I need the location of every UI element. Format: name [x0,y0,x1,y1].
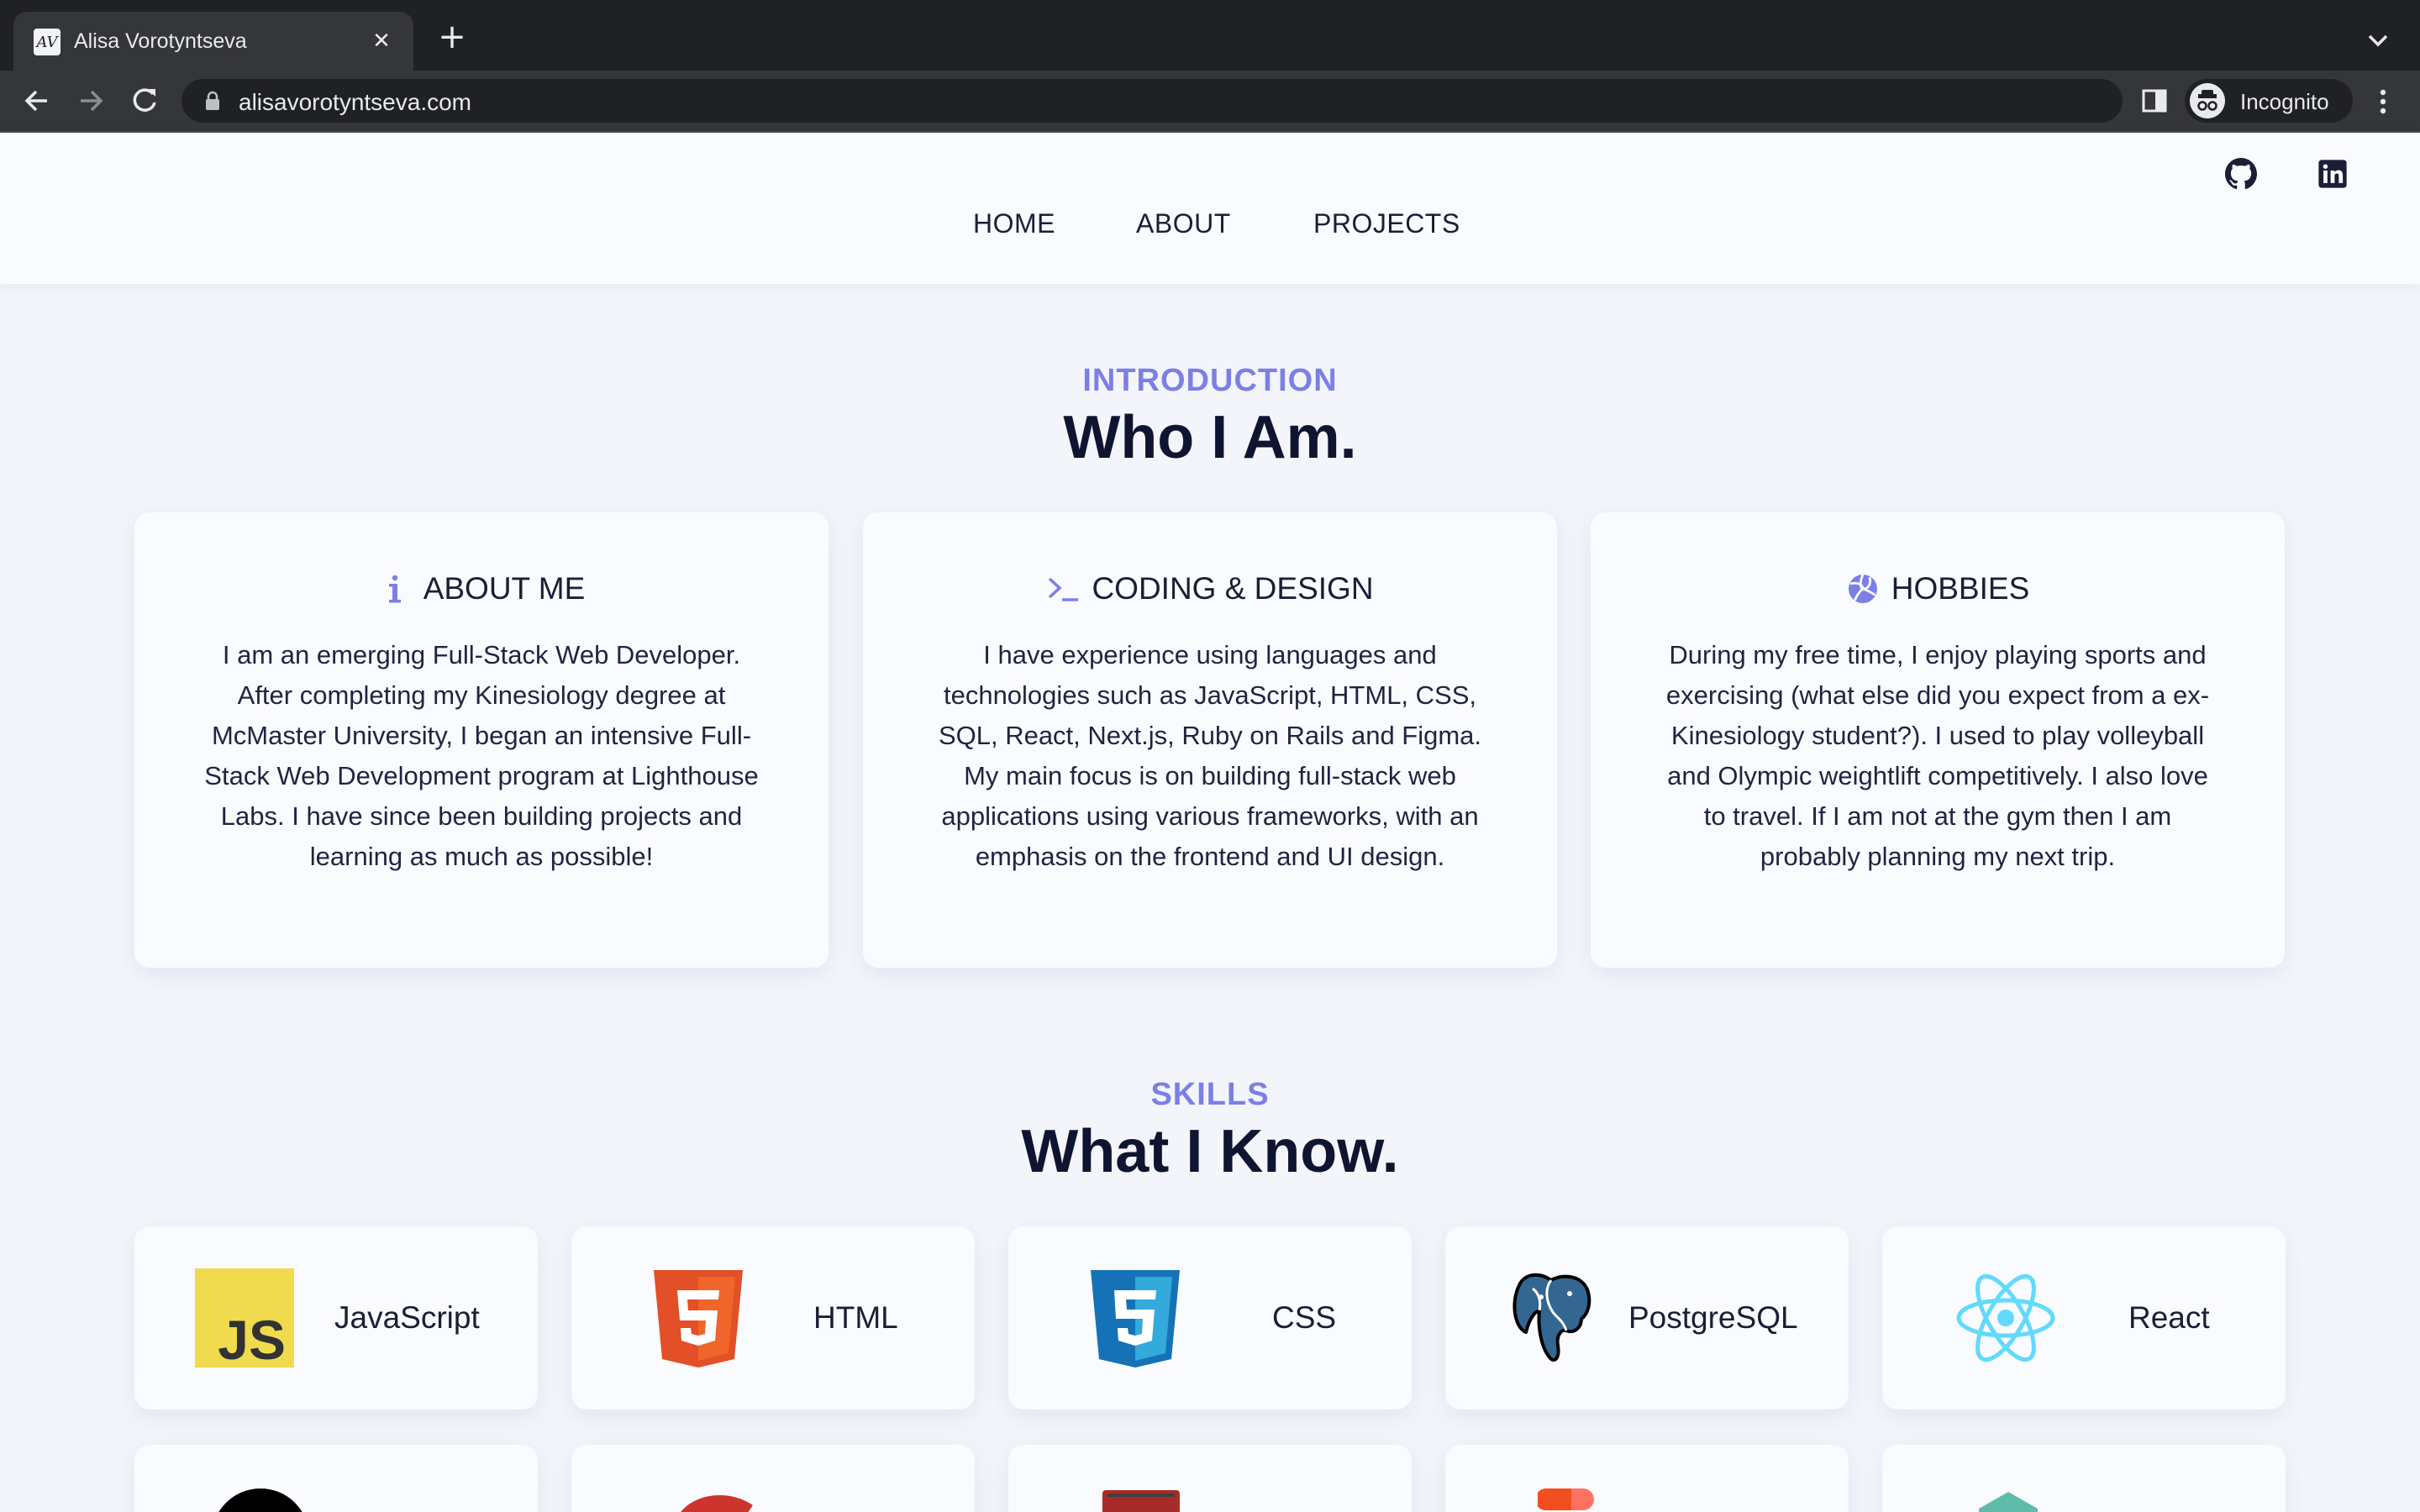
nav-projects-link[interactable]: PROJECTS [1313,208,1460,239]
hobbies-card: HOBBIES During my free time, I enjoy pla… [1591,512,2285,968]
skill-label: HTML [813,1300,898,1335]
skill-card-javascript: JS JavaScript [134,1226,538,1410]
card-title: CODING & DESIGN [863,571,1557,606]
nextjs-logo-icon [218,1488,302,1512]
skill-label: React [2128,1300,2210,1335]
lock-icon [206,91,219,110]
browser-menu-icon[interactable] [2370,86,2396,118]
card-title: ABOUT ME [134,571,829,606]
forward-arrow-icon[interactable] [72,82,109,119]
site-header: HOME ABOUT PROJECTS [0,133,2420,284]
intro-eyebrow: INTRODUCTION [1082,363,1338,398]
skill-label: PostgreSQL [1628,1300,1798,1335]
html5-logo-icon [654,1270,743,1368]
skill-card-html: HTML [571,1226,975,1410]
intro-heading: Who I Am. [1063,404,1357,471]
figma-logo-icon [1538,1488,1594,1510]
skill-card-node [1882,1445,2286,1512]
skills-eyebrow: SKILLS [1150,1077,1270,1112]
linkedin-icon[interactable] [2317,158,2349,190]
close-tab-icon[interactable]: ✕ [365,24,398,57]
node-logo-icon [1979,1492,2038,1512]
skill-card-css: CSS [1008,1226,1412,1410]
address-bar[interactable]: alisavorotyntseva.com [182,79,2279,123]
skill-card-rails [1008,1445,1412,1512]
javascript-logo-icon: JS [195,1268,294,1368]
github-icon[interactable] [2225,158,2257,190]
browser-tab[interactable]: AV Alisa Vorotyntseva ✕ [13,12,413,71]
reload-icon[interactable] [126,82,163,119]
skill-label: JavaScript [334,1300,480,1335]
new-tab-button[interactable]: + [435,20,469,55]
ruby-logo-icon [681,1495,753,1512]
about-me-card: ABOUT ME I am an emerging Full-Stack Web… [134,512,829,968]
nav-home-link[interactable]: HOME [973,208,1055,239]
side-panel-icon[interactable] [2139,86,2170,116]
css3-logo-icon [1091,1270,1180,1368]
card-text: I am an emerging Full-Stack Web Develope… [204,640,759,871]
incognito-badge[interactable]: Incognito [2185,79,2353,123]
card-text: During my free time, I enjoy playing spo… [1665,640,2210,871]
skill-card-figma [1445,1445,1849,1512]
site-favicon-icon: AV [34,29,60,55]
card-title-text: CODING & DESIGN [1092,571,1374,606]
card-title-text: HOBBIES [1891,571,2030,606]
card-text: I have experience using languages and te… [938,640,1482,871]
tab-search-chevron-down-icon[interactable] [2361,24,2395,57]
card-title-text: ABOUT ME [423,571,586,606]
react-logo-icon [1956,1273,2055,1362]
browser-toolbar: alisavorotyntseva.com Incognito [0,71,2420,133]
tab-title: Alisa Vorotyntseva [74,29,247,53]
rails-logo-icon [1102,1490,1180,1512]
card-title: HOBBIES [1591,571,2285,606]
volleyball-icon [1848,574,1877,603]
skill-card-react: React [1882,1226,2286,1410]
incognito-icon [2190,83,2225,118]
incognito-label: Incognito [2240,89,2329,114]
skills-heading: What I Know. [1021,1118,1399,1185]
svg-text:JS: JS [218,1309,286,1368]
browser-tabstrip: AV Alisa Vorotyntseva ✕ + [0,0,2420,71]
url-text: alisavorotyntseva.com [239,89,472,115]
skill-card-postgresql: PostgreSQL [1445,1226,1849,1410]
skill-card-ruby [571,1445,975,1512]
skill-label: CSS [1272,1300,1337,1335]
postgresql-logo-icon [1512,1273,1591,1362]
skill-card-nextjs [134,1445,538,1512]
back-arrow-icon[interactable] [18,82,55,119]
nav-about-link[interactable]: ABOUT [1136,208,1231,239]
coding-design-card: CODING & DESIGN I have experience using … [863,512,1557,968]
info-icon [388,575,401,603]
terminal-icon [1049,577,1079,601]
